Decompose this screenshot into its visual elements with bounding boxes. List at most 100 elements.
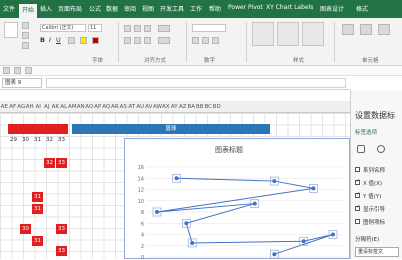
font-name-select[interactable]: Calibri (正文) xyxy=(40,24,86,32)
col-header[interactable]: BB xyxy=(196,101,205,112)
tab-data[interactable]: 数据 xyxy=(106,4,118,13)
data-point[interactable] xyxy=(272,179,277,184)
red-number-cell[interactable]: 33 xyxy=(56,246,67,256)
tab-xy-chart-labels[interactable]: XY Chart Labels xyxy=(266,4,313,11)
comma-icon[interactable] xyxy=(202,37,209,44)
tab-chart-design[interactable]: 图表设计 xyxy=(320,4,344,13)
col-header[interactable]: AI xyxy=(34,101,43,112)
align-left-icon[interactable] xyxy=(124,37,131,44)
data-point[interactable] xyxy=(252,201,257,206)
col-header[interactable]: AL xyxy=(60,101,69,112)
align-top-icon[interactable] xyxy=(124,25,131,32)
col-header[interactable]: AO xyxy=(85,101,94,112)
tab-formulas[interactable]: 公式 xyxy=(89,4,101,13)
data-point[interactable] xyxy=(301,239,306,244)
border-icon[interactable] xyxy=(68,37,75,44)
name-box[interactable]: 图表 9 xyxy=(2,78,42,88)
red-number-cell[interactable]: 31 xyxy=(32,192,43,202)
col-header[interactable]: AH xyxy=(26,101,35,112)
col-header[interactable]: AZ xyxy=(179,101,188,112)
save-icon[interactable] xyxy=(3,67,10,74)
data-point[interactable] xyxy=(174,176,179,181)
percent-icon[interactable] xyxy=(192,37,199,44)
red-number-cell[interactable]: 33 xyxy=(56,224,67,234)
number-format-select[interactable] xyxy=(192,24,226,32)
decimal-icon[interactable] xyxy=(212,37,219,44)
tab-work[interactable]: 工作 xyxy=(190,4,202,13)
tab-insert[interactable]: 插入 xyxy=(40,4,52,13)
data-point[interactable] xyxy=(272,252,277,257)
tab-review[interactable]: 审阅 xyxy=(124,4,136,13)
col-header[interactable]: AK xyxy=(51,101,60,112)
data-point[interactable] xyxy=(331,232,335,237)
tab-format[interactable]: 格式 xyxy=(356,4,368,13)
col-header[interactable]: AV xyxy=(145,101,154,112)
col-header[interactable]: AE xyxy=(0,101,9,112)
conditional-format-icon[interactable] xyxy=(252,22,274,46)
option-checkbox[interactable] xyxy=(355,204,360,211)
delete-cells-icon[interactable] xyxy=(360,24,372,35)
option-checkbox[interactable] xyxy=(355,178,360,185)
table-format-icon[interactable] xyxy=(277,22,299,46)
option-checkbox[interactable] xyxy=(355,219,360,224)
align-center-icon[interactable] xyxy=(134,37,141,44)
col-header[interactable]: AU xyxy=(136,101,145,112)
insert-cells-icon[interactable] xyxy=(342,24,354,35)
data-point[interactable] xyxy=(311,186,316,191)
data-point[interactable] xyxy=(184,221,189,226)
effects-icon[interactable] xyxy=(377,145,385,153)
col-header[interactable]: AS xyxy=(119,101,128,112)
col-header[interactable]: AW xyxy=(153,101,162,112)
tab-view[interactable]: 视图 xyxy=(142,4,154,13)
tab-file[interactable]: 文件 xyxy=(3,4,15,13)
tab-power-pivot[interactable]: Power Pivot xyxy=(228,4,263,11)
panel-tab[interactable]: 标签选项 xyxy=(355,128,377,136)
font-size-select[interactable]: 11 xyxy=(88,24,102,32)
cut-icon[interactable] xyxy=(22,22,29,29)
fill-color-icon[interactable] xyxy=(80,37,87,44)
underline-button[interactable]: U xyxy=(56,36,61,44)
col-header[interactable]: AT xyxy=(128,101,137,112)
cell-styles-icon[interactable] xyxy=(302,22,324,46)
fill-bucket-icon[interactable] xyxy=(357,145,365,153)
align-bottom-icon[interactable] xyxy=(144,25,151,32)
col-header[interactable]: AY xyxy=(170,101,179,112)
merge-center-icon[interactable] xyxy=(158,37,170,44)
red-number-cell[interactable]: 32 xyxy=(44,158,55,168)
data-point[interactable] xyxy=(155,210,159,214)
format-cells-icon[interactable] xyxy=(378,24,390,35)
red-number-cell[interactable]: 30 xyxy=(20,224,31,234)
col-header[interactable]: AR xyxy=(111,101,120,112)
col-header[interactable]: BD xyxy=(213,101,222,112)
red-number-cell[interactable]: 31 xyxy=(32,236,43,246)
undo-icon[interactable] xyxy=(14,67,21,74)
col-header[interactable]: BA xyxy=(187,101,196,112)
chart-plot[interactable]: 16 14 12 10 8 6 4 2 0 xyxy=(125,139,351,260)
font-color-icon[interactable] xyxy=(92,37,99,44)
tab-home[interactable]: 开始 xyxy=(19,4,38,18)
col-header[interactable]: AM xyxy=(68,101,77,112)
col-header[interactable]: AX xyxy=(162,101,171,112)
tab-developer[interactable]: 开发工具 xyxy=(160,4,184,13)
reset-label-button[interactable]: 重设标签文 xyxy=(355,247,399,257)
col-header[interactable]: AF xyxy=(9,101,18,112)
copy-icon[interactable] xyxy=(22,32,29,39)
align-right-icon[interactable] xyxy=(144,37,151,44)
col-header[interactable]: BC xyxy=(204,101,213,112)
chart-area[interactable]: 图表标题 16 14 12 10 8 6 4 2 0 xyxy=(124,138,351,260)
formula-input[interactable] xyxy=(46,78,346,88)
col-header[interactable]: AP xyxy=(94,101,103,112)
redo-icon[interactable] xyxy=(25,67,32,74)
wrap-text-icon[interactable] xyxy=(158,25,170,32)
align-middle-icon[interactable] xyxy=(134,25,141,32)
bold-button[interactable]: B xyxy=(40,36,45,44)
format-painter-icon[interactable] xyxy=(22,42,29,49)
option-checkbox[interactable] xyxy=(355,167,360,172)
tab-help[interactable]: 帮助 xyxy=(209,4,221,13)
red-number-cell[interactable]: 31 xyxy=(32,204,43,214)
red-number-cell[interactable]: 33 xyxy=(56,158,67,168)
option-checkbox[interactable] xyxy=(355,191,360,198)
col-header[interactable]: AG xyxy=(17,101,26,112)
col-header[interactable]: AQ xyxy=(102,101,111,112)
tab-page-layout[interactable]: 页面布局 xyxy=(58,4,82,13)
